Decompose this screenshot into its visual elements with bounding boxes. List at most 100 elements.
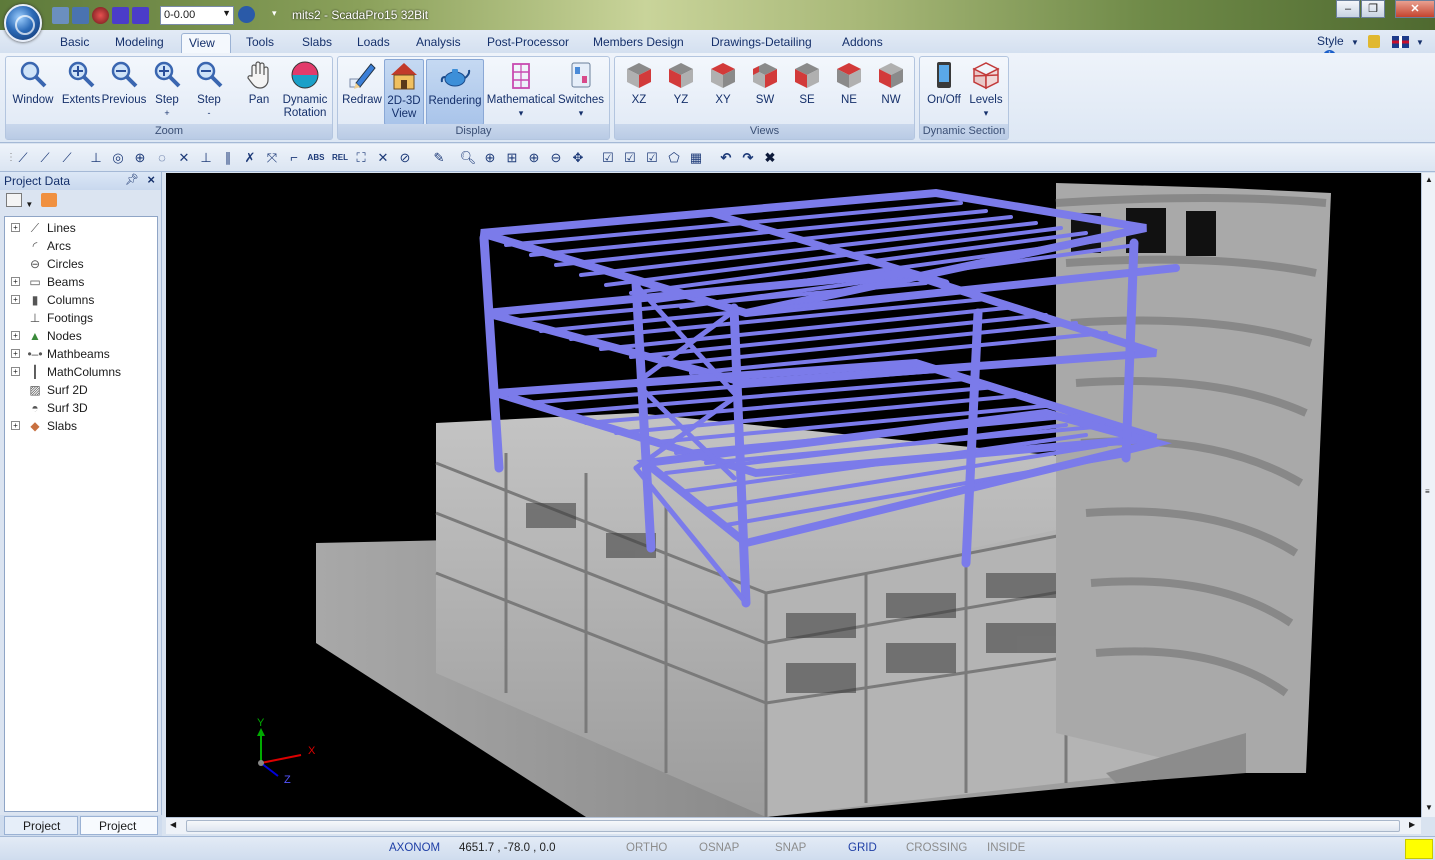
expand-icon[interactable]: + [11,223,20,232]
tab-basic[interactable]: Basic [53,33,96,53]
zoom-extents-button[interactable]: Extents [58,59,104,107]
line-tool-icon[interactable]: ⟋ [14,149,32,167]
tree-item-lines[interactable]: + ⟋ Lines [5,219,155,237]
view-sw-button[interactable]: SW [745,59,785,107]
customize-qat-icon[interactable]: ▾ [272,8,277,19]
intersection-snap-icon[interactable]: ✕ [175,149,193,167]
rendering-button[interactable]: Rendering [426,59,484,125]
vertical-scrollbar[interactable]: ▲ ≡ ▼ [1421,173,1435,817]
chevron-down-icon[interactable]: ▼ [25,200,33,209]
relative-coords-icon[interactable]: REL [329,149,351,167]
absolute-coords-icon[interactable]: ABS [305,149,327,167]
section-levels-button[interactable]: Levels ▾ [966,59,1006,120]
tree-options-icon[interactable] [6,193,22,207]
lock-icon[interactable] [1368,35,1381,49]
level-down-icon[interactable] [132,6,149,24]
perpendicular-tool-icon[interactable]: ⊥ [87,149,105,167]
expand-icon[interactable]: + [11,367,20,376]
application-menu-button[interactable] [4,4,42,42]
polyline-tool-icon[interactable]: ⟋ [36,149,54,167]
expand-icon[interactable]: + [11,295,20,304]
trim-tool-icon[interactable]: ✗ [241,149,259,167]
switches-button[interactable]: Switches ▾ [556,59,606,120]
tab-slabs[interactable]: Slabs [295,33,339,53]
toolbar-zoom-window-icon[interactable]: 🔍︎ [459,149,477,167]
check-frame-icon[interactable]: ☑ [643,149,661,167]
tab-post-processor[interactable]: Post-Processor [480,33,576,53]
scroll-right-icon[interactable]: ▶ [1409,820,1415,829]
clip-icon[interactable]: ⊘ [396,149,414,167]
toolbar-zoom-in-icon[interactable]: ⊕ [481,149,499,167]
toolbar-zoom-extents-icon[interactable]: ⊞ [503,149,521,167]
tree-item-mathbeams[interactable]: + •–• Mathbeams [5,345,155,363]
tab-project-data[interactable]: Project D... [80,816,158,851]
view-yz-button[interactable]: YZ [661,59,701,107]
undo-icon[interactable]: ↶ [717,149,735,167]
select-frame-icon[interactable]: ⛶ [352,149,370,167]
check-polygon-icon[interactable]: ⬠ [665,149,683,167]
tab-members-design[interactable]: Members Design [586,33,691,53]
dynamic-rotation-button[interactable]: Dynamic Rotation [278,59,332,120]
scroll-left-icon[interactable]: ◀ [170,820,176,829]
redo-icon[interactable]: ↷ [739,149,757,167]
3d-viewport[interactable]: Y X Z [166,173,1421,817]
tree-item-mathcolumns[interactable]: + ┃ MathColumns [5,363,155,381]
extend-tool-icon[interactable]: ⤧ [263,149,281,167]
toolbar-zoom-minus-icon[interactable]: ⊖ [547,149,565,167]
grid-icon[interactable]: ▦ [687,149,705,167]
view-xy-button[interactable]: XY [703,59,743,107]
circle-tool-icon[interactable]: ◎ [109,149,127,167]
center-snap-icon[interactable]: ⊕ [131,149,149,167]
maximize-icon[interactable]: ❐ [1361,0,1385,18]
expand-icon[interactable]: + [11,331,20,340]
pan-button[interactable]: Pan [241,59,277,107]
language-flag-icon[interactable] [1391,35,1409,48]
scroll-up-icon[interactable]: ▲ [1425,175,1433,184]
open-icon[interactable] [72,6,89,24]
tree-item-nodes[interactable]: + ▲ Nodes [5,327,155,345]
crossing-toggle[interactable]: CROSSING [906,842,967,854]
check-select-icon[interactable]: ☑ [599,149,617,167]
toolbar-zoom-plus-icon[interactable]: ⊕ [525,149,543,167]
status-indicator[interactable] [1405,839,1433,859]
scroll-down-icon[interactable]: ▼ [1425,803,1433,812]
tab-modeling[interactable]: Modeling [108,33,171,53]
view-se-button[interactable]: SE [787,59,827,107]
grid-toggle[interactable]: GRID [848,842,877,854]
tree-item-surf-3d[interactable]: ◓ Surf 3D [5,399,155,417]
level-up-icon[interactable] [112,6,129,24]
2d-3d-view-button[interactable]: 2D-3D View [384,59,424,125]
minimize-icon[interactable]: – [1336,0,1360,18]
check-line-icon[interactable]: ☑ [621,149,639,167]
tree-item-columns[interactable]: + ▮ Columns [5,291,155,309]
refresh-icon[interactable] [40,193,57,207]
parallel-tool-icon[interactable]: ∥ [219,149,237,167]
view-nw-button[interactable]: NW [871,59,911,107]
nearest-snap-icon[interactable]: ⊥ [197,149,215,167]
redraw-button[interactable]: Redraw [340,59,384,107]
zoom-window-button[interactable]: Window [9,59,57,107]
tab-analysis[interactable]: Analysis [409,33,468,53]
tree-item-footings[interactable]: ⊥ Footings [5,309,155,327]
osnap-toggle[interactable]: OSNAP [699,842,739,854]
horizontal-scrollbar[interactable]: ◀ ▶ [166,817,1421,834]
view-ne-button[interactable]: NE [829,59,869,107]
tree-item-slabs[interactable]: + ◆ Slabs [5,417,155,435]
ortho-toggle[interactable]: ORTHO [626,842,667,854]
tab-loads[interactable]: Loads [350,33,397,53]
view-xz-button[interactable]: XZ [619,59,659,107]
tree-item-surf-2d[interactable]: ▨ Surf 2D [5,381,155,399]
tab-view[interactable]: View [181,33,231,53]
tree-item-circles[interactable]: ⊖ Circles [5,255,155,273]
cancel-icon[interactable]: ✖ [761,149,779,167]
pin-icon[interactable]: 📌︎ [125,173,139,186]
arc-tool-icon[interactable]: ◌ [153,149,171,167]
eye-icon[interactable] [238,6,255,23]
tab-drawings-detailing[interactable]: Drawings-Detailing [704,33,819,53]
close-icon[interactable]: ✕ [1395,0,1435,18]
expand-icon[interactable]: + [11,277,20,286]
chevron-down-icon[interactable]: ▼ [222,8,231,18]
tree-item-beams[interactable]: + ▭ Beams [5,273,155,291]
delete-snap-icon[interactable]: ✕ [374,149,392,167]
corner-tool-icon[interactable]: ⌐ [285,149,303,167]
